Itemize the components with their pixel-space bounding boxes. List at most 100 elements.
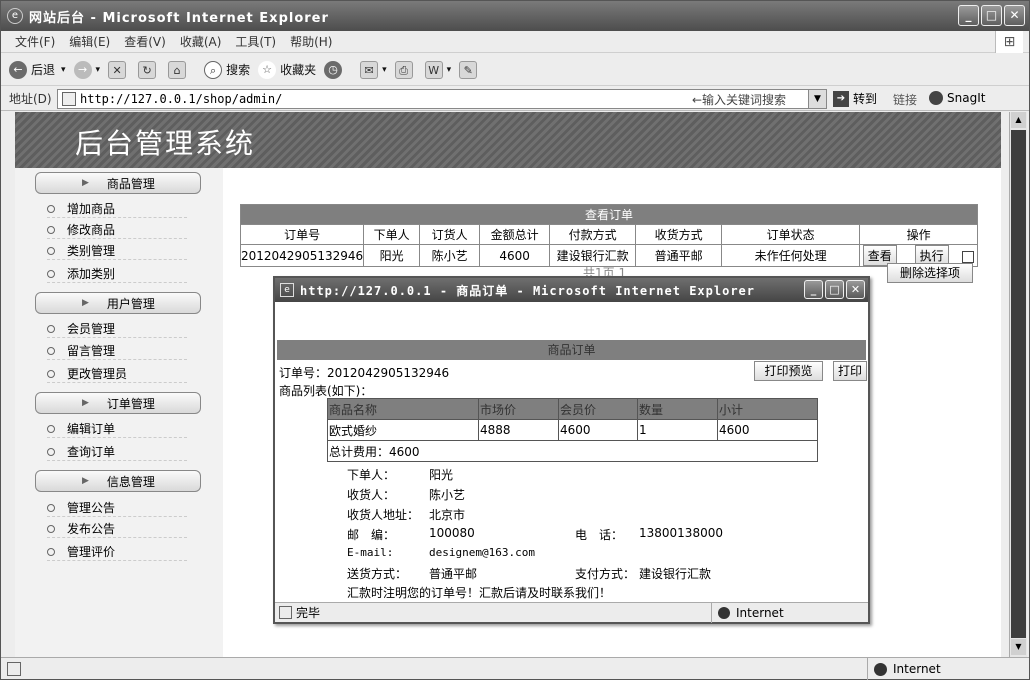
chevron-down-icon[interactable]: ▾ — [96, 65, 101, 75]
cell-order-id: 2012042905132946 — [239, 244, 365, 267]
home-button[interactable]: ⌂ — [168, 60, 190, 79]
page-status-icon — [279, 606, 292, 619]
section-users[interactable]: ▶ 用户管理 — [35, 292, 201, 314]
printer-icon: ⎙ — [394, 60, 413, 79]
order-no-value: 2012042905132946 — [327, 366, 450, 380]
history-button[interactable]: ◷ — [324, 60, 346, 79]
cell-status: 未作任何处理 — [721, 244, 861, 267]
back-arrow-icon: ← — [9, 60, 27, 79]
favorites-button[interactable]: ☆ 收藏夹 — [258, 60, 316, 79]
address-input[interactable]: http://127.0.0.1/shop/admin/ ←输入关键词搜索 ▼ — [57, 89, 827, 109]
ie-window: e 网站后台 - Microsoft Internet Explorer _ □… — [0, 0, 1030, 680]
sidebar-item-manage-notice[interactable]: 管理公告 — [47, 499, 187, 517]
sidebar-item-post-notice[interactable]: 发布公告 — [47, 520, 187, 538]
section-goods[interactable]: ▶ 商品管理 — [35, 172, 201, 194]
scroll-down-icon[interactable]: ▼ — [1011, 639, 1026, 655]
total-cost: 总计费用：4600 — [327, 440, 818, 462]
word-icon: W — [424, 60, 443, 79]
messenger-button[interactable]: ✎ — [459, 60, 481, 79]
popup-maximize-button[interactable]: □ — [825, 280, 844, 299]
col-buyer[interactable]: 下单人 — [363, 224, 421, 245]
sidebar-item-category[interactable]: 类别管理 — [47, 242, 187, 260]
menu-edit[interactable]: 编辑(E) — [69, 33, 110, 50]
menu-file[interactable]: 文件(F) — [15, 33, 55, 50]
sidebar-item-messages[interactable]: 留言管理 — [47, 342, 187, 360]
triangle-icon: ▶ — [82, 298, 89, 308]
section-info[interactable]: ▶ 信息管理 — [35, 470, 201, 492]
menu-bar: 文件(F) 编辑(E) 查看(V) 收藏(A) 工具(T) 帮助(H) ⊞ — [1, 31, 1029, 53]
col-total: 金额总计 — [479, 224, 551, 245]
sidebar-item-label: 会员管理 — [67, 322, 116, 336]
print-button[interactable]: 打印 — [833, 361, 867, 381]
col-shipping: 收货方式 — [635, 224, 723, 245]
section-orders[interactable]: ▶ 订单管理 — [35, 392, 201, 414]
mail-button[interactable]: ✉ ▾ — [360, 60, 387, 79]
orders-table: 查看订单 订单号 下单人 订货人 金额总计 付款方式 收货方式 订单状态 操作 … — [239, 204, 978, 267]
cell-quantity: 1 — [637, 419, 718, 441]
popup-titlebar[interactable]: e http://127.0.0.1 - 商品订单 - Microsoft In… — [275, 278, 868, 302]
table-row: 欧式婚纱 4888 4600 1 4600 — [327, 419, 818, 441]
go-button[interactable]: ➔ 转到 — [833, 90, 877, 107]
banner: 后台管理系统 — [15, 112, 1001, 168]
window-titlebar[interactable]: e 网站后台 - Microsoft Internet Explorer _ □… — [1, 1, 1029, 31]
scroll-thumb[interactable] — [1011, 130, 1026, 638]
address-dropdown-icon[interactable]: ▼ — [808, 90, 826, 108]
col-member-price: 会员价 — [558, 398, 638, 420]
maximize-button[interactable]: □ — [981, 5, 1002, 26]
chevron-down-icon[interactable]: ▾ — [61, 65, 66, 75]
bullet-icon — [47, 547, 55, 556]
sidebar-item-edit-orders[interactable]: 编辑订单 — [47, 420, 187, 438]
triangle-icon: ▶ — [82, 476, 89, 486]
back-button[interactable]: ← 后退 ▾ — [9, 60, 66, 79]
sidebar-item-label: 留言管理 — [67, 344, 116, 358]
mail-icon: ✉ — [360, 60, 379, 79]
forward-button[interactable]: → ▾ — [73, 60, 101, 79]
print-preview-button[interactable]: 打印预览 — [754, 361, 823, 381]
scroll-up-icon[interactable]: ▲ — [1011, 112, 1026, 128]
popup-title: http://127.0.0.1 - 商品订单 - Microsoft Inte… — [300, 283, 756, 298]
cell-subtotal: 4600 — [717, 419, 818, 441]
links-button[interactable]: 链接 — [893, 91, 917, 108]
sidebar-item-label: 管理评价 — [67, 545, 116, 559]
edit-button[interactable]: W ▾ — [424, 60, 452, 79]
menu-help[interactable]: 帮助(H) — [290, 33, 332, 50]
close-button[interactable]: ✕ — [1004, 5, 1025, 26]
delete-selected-button[interactable]: 删除选择项 — [887, 263, 973, 283]
pay-value: 建设银行汇款 — [639, 567, 712, 581]
popup-status-text: 完毕 — [296, 606, 321, 620]
select-checkbox[interactable] — [962, 250, 975, 263]
snagit-button[interactable]: SnagIt — [929, 91, 985, 105]
col-status: 订单状态 — [721, 224, 861, 245]
email-value: designem@163.com — [429, 546, 535, 559]
chevron-down-icon[interactable]: ▾ — [447, 65, 452, 75]
sidebar-item-query-orders[interactable]: 查询订单 — [47, 443, 187, 461]
refresh-button[interactable]: ↻ — [138, 60, 160, 79]
bullet-icon — [47, 324, 55, 333]
menu-view[interactable]: 查看(V) — [124, 33, 166, 50]
sidebar-item-reviews[interactable]: 管理评价 — [47, 543, 187, 561]
sidebar-item-add-category[interactable]: 添加类别 — [47, 265, 187, 283]
popup-close-button[interactable]: ✕ — [846, 280, 865, 299]
sidebar-item-edit-goods[interactable]: 修改商品 — [47, 221, 187, 239]
zip-label: 邮 编： — [347, 528, 396, 542]
sidebar-item-change-admin[interactable]: 更改管理员 — [47, 365, 187, 383]
cell-total: 4600 — [479, 244, 551, 267]
bullet-icon — [47, 269, 55, 278]
vertical-scrollbar[interactable]: ▲ ▼ — [1009, 112, 1027, 657]
section-title: 用户管理 — [106, 296, 155, 311]
search-button[interactable]: ⌕ 搜索 — [204, 60, 250, 79]
menu-tools[interactable]: 工具(T) — [235, 33, 276, 50]
popup-status-bar: 完毕 Internet — [275, 602, 868, 623]
sidebar-item-label: 修改商品 — [67, 223, 116, 237]
print-button[interactable]: ⎙ — [394, 60, 417, 79]
stop-button[interactable]: ✕ — [108, 60, 130, 79]
section-title: 信息管理 — [106, 474, 155, 489]
popup-minimize-button[interactable]: _ — [804, 280, 823, 299]
menu-favorites[interactable]: 收藏(A) — [180, 33, 222, 50]
home-icon: ⌂ — [168, 60, 187, 79]
back-label: 后退 — [31, 63, 56, 77]
minimize-button[interactable]: _ — [958, 5, 979, 26]
sidebar-item-add-goods[interactable]: 增加商品 — [47, 200, 187, 218]
sidebar-item-members[interactable]: 会员管理 — [47, 320, 187, 338]
chevron-down-icon[interactable]: ▾ — [382, 65, 387, 75]
